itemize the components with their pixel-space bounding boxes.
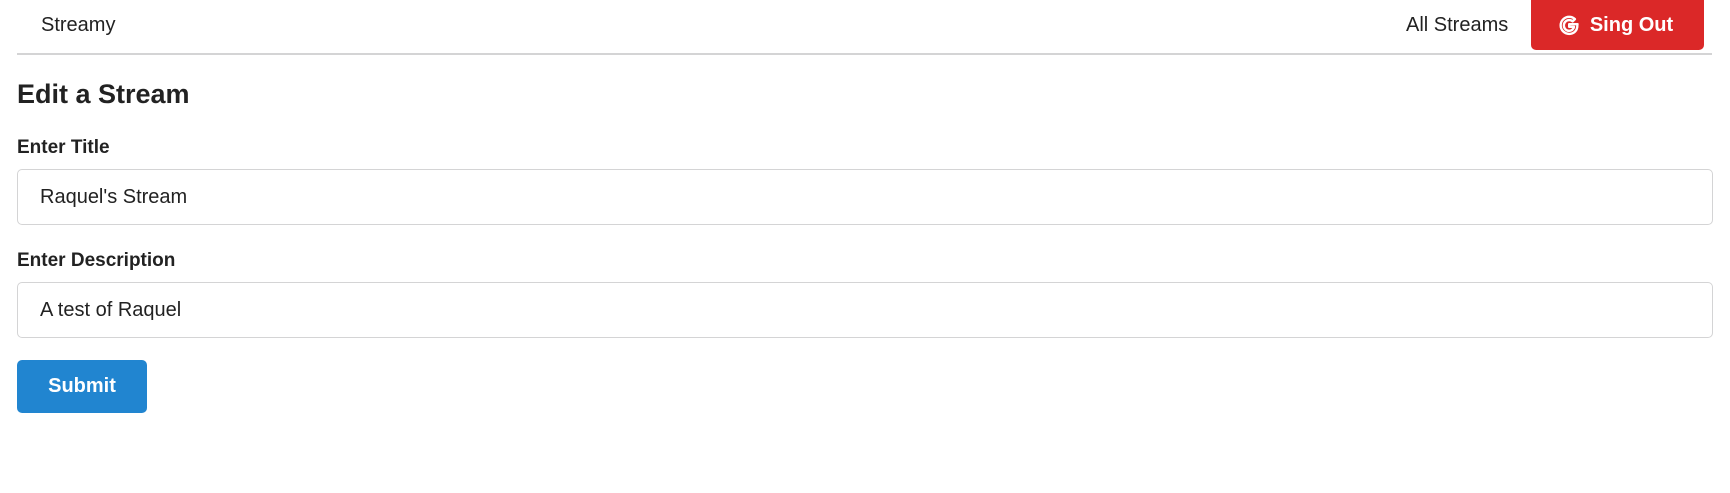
title-input[interactable] bbox=[17, 169, 1713, 225]
page: Streamy All Streams Sing Out Edit a Stre… bbox=[0, 0, 1730, 493]
sign-out-button[interactable]: Sing Out bbox=[1531, 0, 1704, 50]
description-label: Enter Description bbox=[17, 250, 176, 271]
submit-button[interactable]: Submit bbox=[17, 360, 147, 413]
google-icon bbox=[1559, 15, 1579, 36]
all-streams-link[interactable]: All Streams bbox=[1406, 14, 1508, 37]
sign-out-label: Sing Out bbox=[1589, 13, 1674, 36]
page-title: Edit a Stream bbox=[17, 79, 190, 109]
description-input[interactable] bbox=[17, 282, 1713, 338]
brand-link[interactable]: Streamy bbox=[41, 14, 115, 37]
top-nav: Streamy All Streams Sing Out bbox=[17, 0, 1712, 55]
title-label: Enter Title bbox=[17, 137, 110, 158]
